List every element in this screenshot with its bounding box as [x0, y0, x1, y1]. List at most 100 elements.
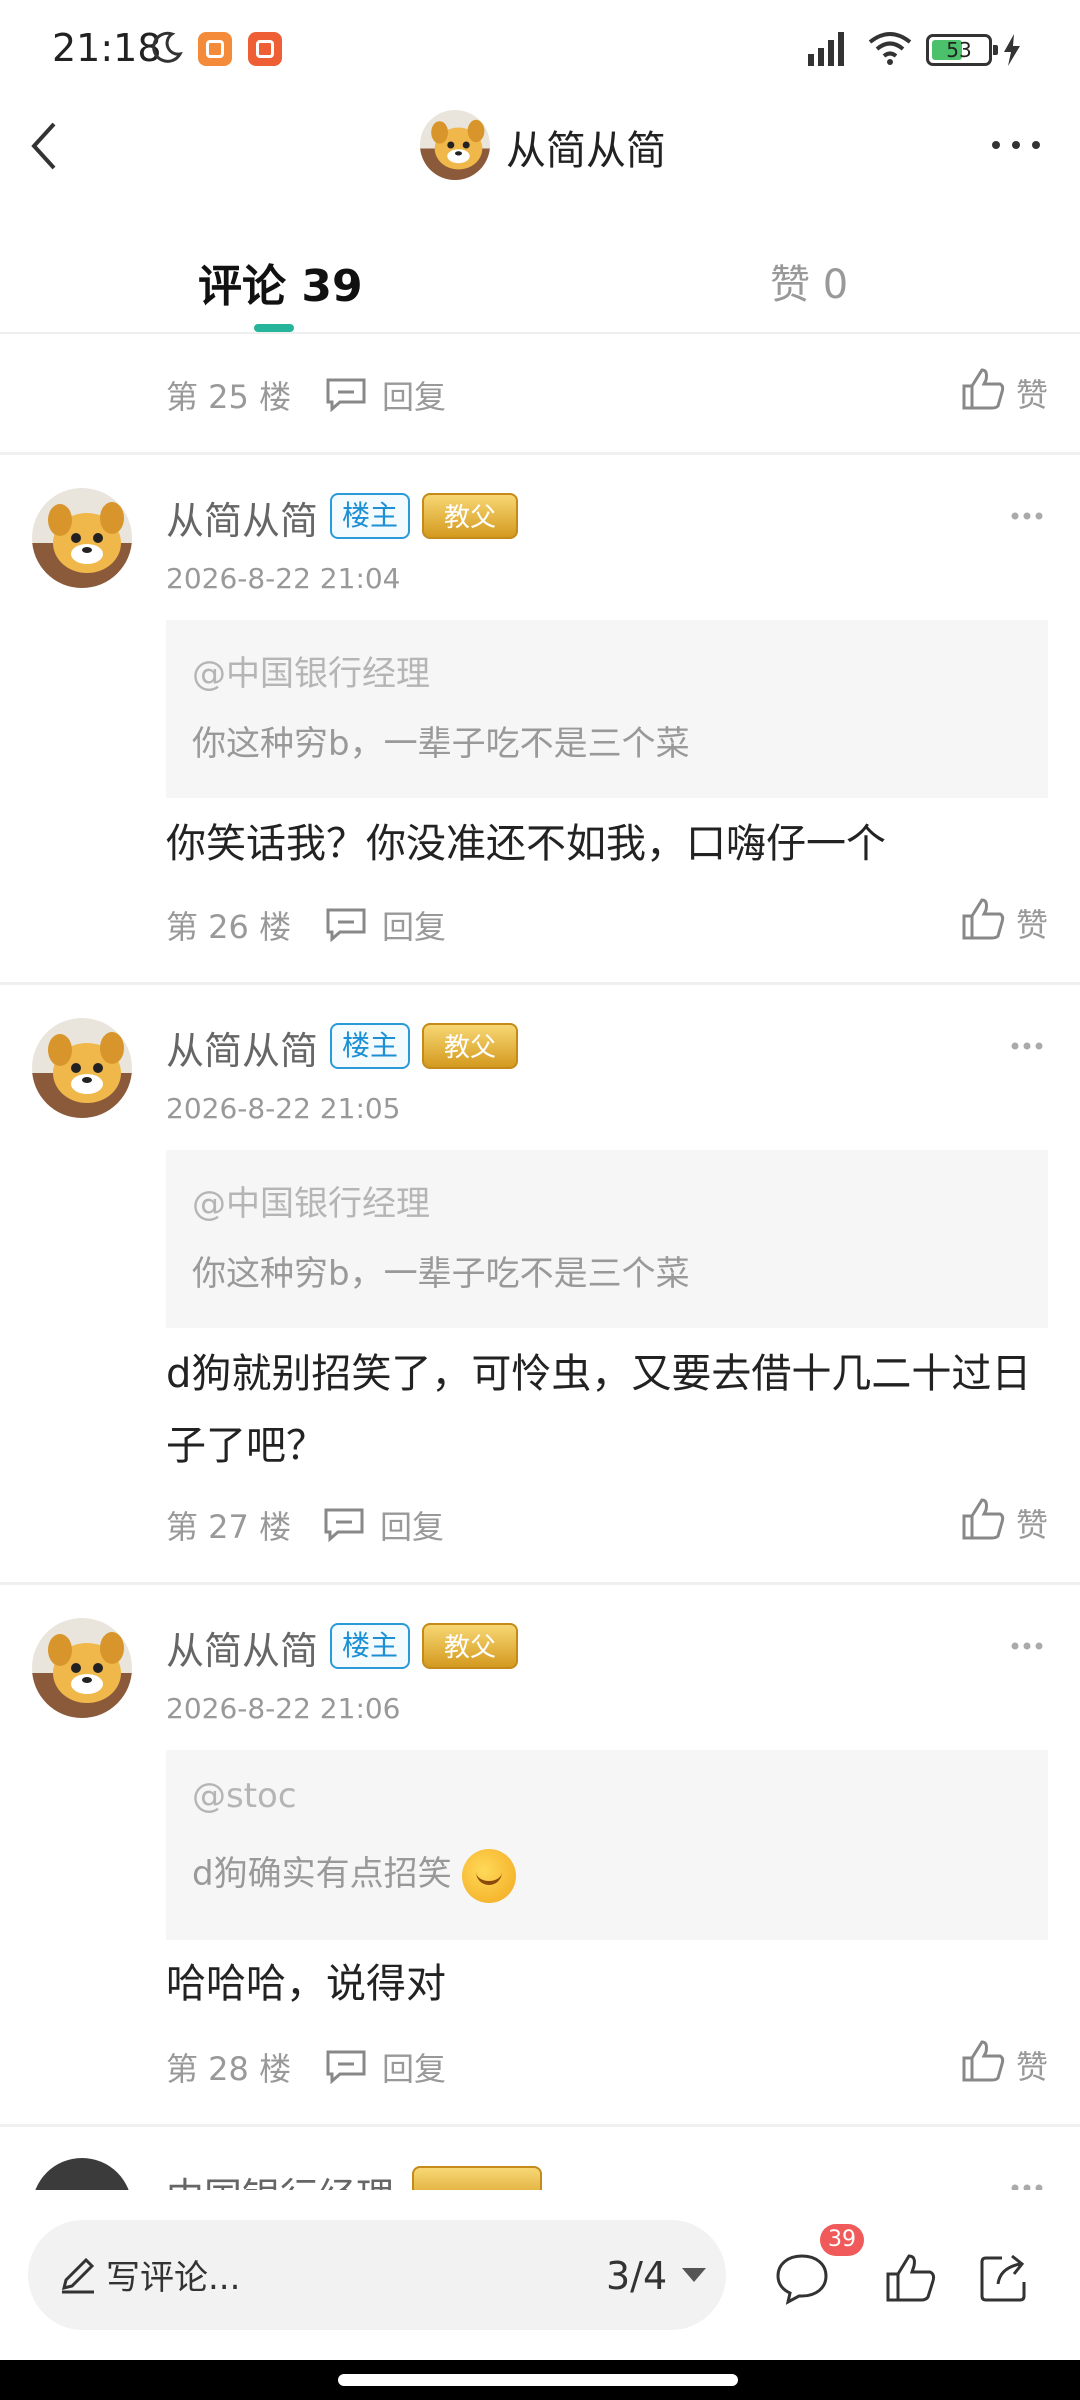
op-badge: 楼主: [330, 493, 410, 539]
reply-label: 回复: [382, 2050, 447, 2088]
pencil-icon: [61, 2257, 95, 2294]
like-label: 赞: [1016, 1506, 1049, 1544]
avatar[interactable]: [32, 488, 132, 588]
avatar[interactable]: [32, 1618, 132, 1718]
header-avatar[interactable]: [420, 110, 490, 180]
tab-likes-label: 赞: [770, 262, 810, 308]
tab-divider: [0, 332, 1080, 334]
quote-text: 你这种穷b，一辈子吃不是三个菜: [192, 1254, 690, 1294]
reply-icon: [324, 1508, 364, 1542]
reply-button[interactable]: 回复: [324, 372, 474, 416]
battery-level: 53: [946, 38, 972, 62]
status-time: 21:18: [52, 26, 162, 70]
username[interactable]: 从简从简: [166, 490, 318, 545]
quote-user: @stoc: [192, 1776, 297, 1816]
dog-avatar-icon: [32, 1618, 132, 1718]
like-label: 赞: [1016, 376, 1049, 414]
tab-likes[interactable]: 赞 0: [770, 252, 848, 310]
tab-likes-count: 0: [822, 262, 849, 308]
like-label: 赞: [1016, 2048, 1049, 2086]
separator: [0, 1582, 1080, 1585]
dog-avatar-icon: [420, 110, 490, 180]
grin-emoji-icon: [461, 1848, 516, 1903]
tab-indicator: [254, 324, 294, 332]
title-badge: 教父: [422, 1623, 518, 1669]
signal-icon: [808, 32, 844, 66]
reply-icon: [326, 378, 366, 412]
more-icon[interactable]: [1010, 510, 1044, 522]
timestamp: 2026-8-22 21:06: [166, 1692, 401, 1725]
comment-placeholder: 写评论...: [106, 2258, 241, 2298]
quote-text-wrap: d狗确实有点招笑: [192, 1846, 516, 1903]
back-icon[interactable]: [24, 116, 64, 176]
comment-input[interactable]: 写评论... 3/4: [28, 2220, 726, 2330]
quote-box[interactable]: @中国银行经理 你这种穷b，一辈子吃不是三个菜: [166, 1150, 1048, 1328]
reply-label: 回复: [380, 1508, 445, 1546]
app-notification-icon: [248, 32, 282, 66]
floor-number: 第 26 楼: [166, 908, 292, 946]
more-icon[interactable]: [1010, 1040, 1044, 1052]
username[interactable]: 从简从简: [166, 1020, 318, 1075]
username[interactable]: 从简从简: [166, 1620, 318, 1675]
tab-comments-label: 评论: [198, 261, 286, 312]
op-badge: 楼主: [330, 1023, 410, 1069]
reply-button[interactable]: 回复: [324, 2044, 474, 2088]
timestamp: 2026-8-22 21:04: [166, 562, 401, 595]
caret-down-icon[interactable]: [682, 2268, 706, 2282]
wifi-icon: [868, 32, 912, 65]
reply-icon: [326, 908, 366, 942]
battery-icon: 53: [926, 34, 998, 66]
reply-icon: [326, 2050, 366, 2084]
floor-number: 第 28 楼: [166, 2050, 292, 2088]
reply-label: 回复: [382, 378, 447, 416]
timestamp: 2026-8-22 21:05: [166, 1092, 401, 1125]
home-indicator[interactable]: [338, 2374, 738, 2386]
quote-user: @中国银行经理: [192, 1184, 430, 1224]
dog-avatar-icon: [32, 488, 132, 588]
reply-button[interactable]: 回复: [322, 1502, 472, 1546]
share-icon[interactable]: [976, 2250, 1032, 2306]
like-icon: [962, 1498, 1005, 1540]
like-button[interactable]: 赞: [960, 896, 1060, 944]
like-icon[interactable]: [882, 2250, 938, 2306]
quote-text: 你这种穷b，一辈子吃不是三个菜: [192, 724, 690, 764]
more-icon[interactable]: [986, 130, 1046, 160]
like-icon: [962, 2040, 1005, 2082]
quote-text: d狗确实有点招笑: [192, 1854, 452, 1894]
title-badge: 教父: [422, 1023, 518, 1069]
tab-comments[interactable]: 评论 39: [198, 250, 363, 314]
comment-text: 哈哈哈，说得对: [166, 1961, 446, 2007]
comment-count-badge: 39: [820, 2224, 864, 2256]
reply-label: 回复: [382, 908, 447, 946]
more-icon[interactable]: [1010, 1640, 1044, 1652]
bottom-bar: 写评论... 3/4 39: [0, 2190, 1080, 2360]
quote-user: @中国银行经理: [192, 654, 430, 694]
like-icon: [962, 368, 1005, 410]
comment-text: 你笑话我？你没准还不如我，口嗨仔一个: [166, 821, 886, 867]
page-indicator[interactable]: 3/4: [606, 2254, 667, 2298]
comment-text: d狗就别招笑了，可怜虫，又要去借十几二十过日子了吧？: [166, 1351, 1032, 1469]
op-badge: 楼主: [330, 1623, 410, 1669]
title-badge: 教父: [422, 493, 518, 539]
separator: [0, 2124, 1080, 2127]
quote-box[interactable]: @中国银行经理 你这种穷b，一辈子吃不是三个菜: [166, 620, 1048, 798]
charging-icon: [1004, 34, 1020, 66]
separator: [0, 452, 1080, 455]
quote-box[interactable]: @stoc d狗确实有点招笑: [166, 1750, 1048, 1940]
like-button[interactable]: 赞: [960, 366, 1060, 414]
like-label: 赞: [1016, 906, 1049, 944]
dog-avatar-icon: [32, 1018, 132, 1118]
separator: [0, 982, 1080, 985]
comment-icon[interactable]: [774, 2250, 830, 2306]
reply-button[interactable]: 回复: [324, 902, 474, 946]
avatar[interactable]: [32, 1018, 132, 1118]
like-icon: [962, 898, 1005, 940]
like-button[interactable]: 赞: [960, 1496, 1060, 1544]
floor-number: 第 27 楼: [166, 1508, 292, 1546]
status-bar: 21:18 53: [0, 0, 1080, 100]
floor-number: 第 25 楼: [166, 378, 292, 416]
page-title: 从简从简: [506, 128, 666, 174]
app-notification-icon: [198, 32, 232, 66]
tab-comments-count: 39: [301, 261, 363, 312]
like-button[interactable]: 赞: [960, 2038, 1060, 2086]
